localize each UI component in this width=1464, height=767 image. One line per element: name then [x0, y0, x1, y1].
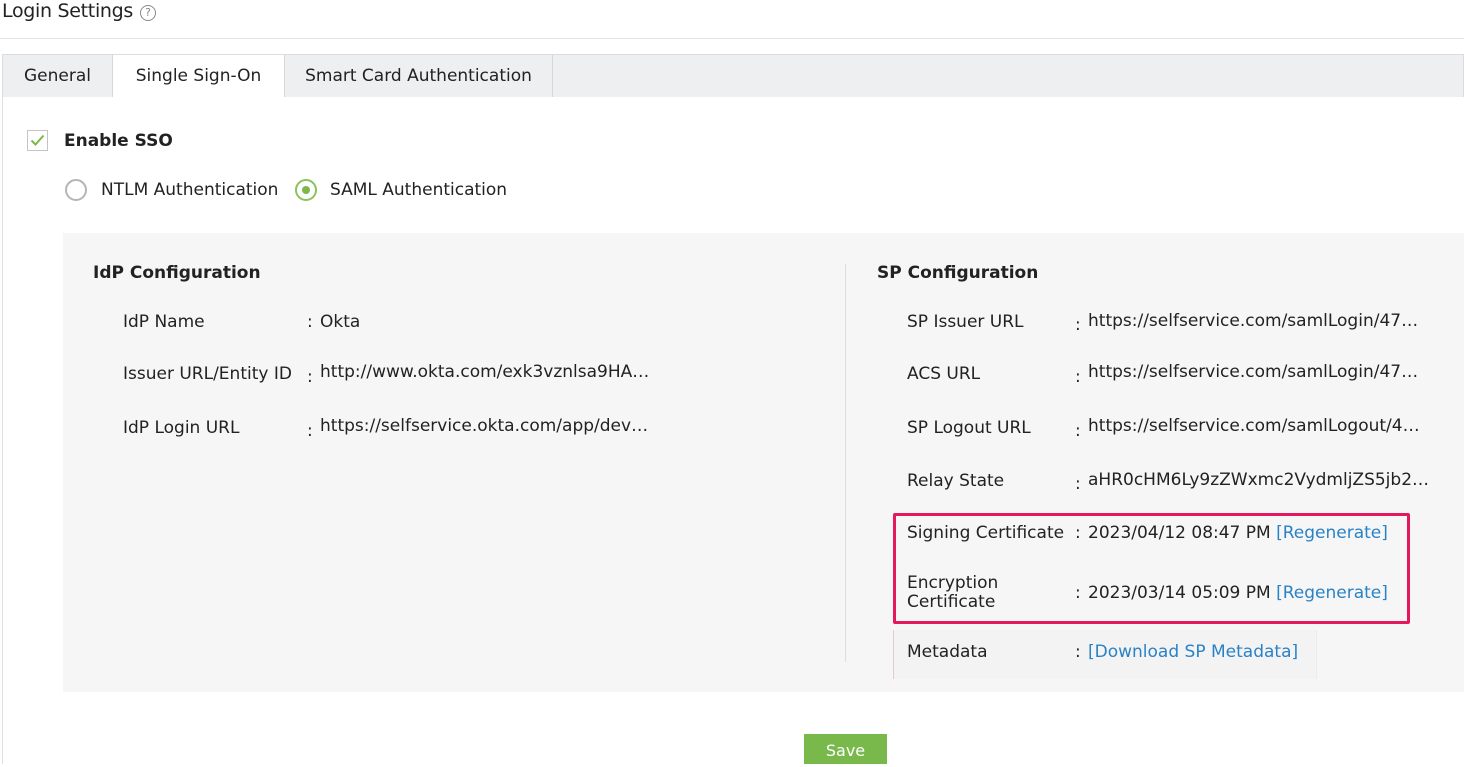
colon: : [307, 367, 313, 387]
idp-name-label: IdP Name [123, 312, 205, 332]
signing-certificate-date: 2023/04/12 08:47 PM [1088, 523, 1271, 543]
issuer-url-value: http://www.okta.com/exk3vznlsa9HA… [320, 362, 650, 382]
page-title: Login Settings [2, 0, 134, 22]
relay-state-value: aHR0cHM6Ly9zZWxmc2VydmljZS5jb2… [1088, 470, 1430, 490]
ntlm-radio-label[interactable]: NTLM Authentication [101, 180, 278, 200]
config-divider [845, 264, 846, 662]
tab-general[interactable]: General [3, 55, 113, 99]
colon: : [1075, 315, 1081, 335]
encryption-certificate-label-line2: Certificate [907, 592, 996, 612]
tab-bar: General Single Sign-On Smart Card Authen… [2, 54, 1464, 100]
saml-radio-label[interactable]: SAML Authentication [330, 180, 507, 200]
sp-issuer-url-value: https://selfservice.com/samlLogin/47… [1088, 311, 1419, 331]
colon: : [1075, 583, 1081, 603]
sp-logout-url-label: SP Logout URL [907, 418, 1031, 438]
sp-issuer-url-label: SP Issuer URL [907, 312, 1024, 332]
enable-sso-checkbox[interactable] [27, 130, 48, 151]
idp-login-url-label: IdP Login URL [123, 418, 240, 438]
download-sp-metadata-link[interactable]: [Download SP Metadata] [1088, 642, 1298, 662]
encryption-certificate-label-line1: Encryption [907, 573, 999, 593]
signing-certificate-value: 2023/04/12 08:47 PM [Regenerate] [1088, 523, 1388, 543]
question-circle-icon[interactable]: ? [140, 5, 156, 21]
saml-radio[interactable] [295, 179, 317, 201]
regenerate-encryption-link[interactable]: [Regenerate] [1276, 583, 1388, 603]
encryption-certificate-date: 2023/03/14 05:09 PM [1088, 583, 1271, 603]
encryption-certificate-label: Encryption Certificate [907, 574, 998, 612]
colon: : [1075, 421, 1081, 441]
tab-single-sign-on[interactable]: Single Sign-On [113, 55, 285, 100]
encryption-certificate-value: 2023/03/14 05:09 PM [Regenerate] [1088, 583, 1388, 603]
enable-sso-label: Enable SSO [64, 131, 173, 151]
colon: : [1075, 642, 1081, 662]
metadata-value: [Download SP Metadata] [1088, 642, 1298, 662]
idp-config-title: IdP Configuration [93, 263, 261, 283]
title-divider [0, 38, 1464, 39]
regenerate-signing-link[interactable]: [Regenerate] [1276, 523, 1388, 543]
colon: : [307, 312, 313, 332]
colon: : [307, 421, 313, 441]
idp-login-url-value: https://selfservice.okta.com/app/dev… [320, 416, 649, 436]
ntlm-radio[interactable] [65, 179, 87, 201]
save-button[interactable]: Save [804, 734, 887, 764]
check-icon [30, 134, 45, 146]
metadata-label: Metadata [907, 642, 988, 662]
acs-url-label: ACS URL [907, 364, 981, 384]
issuer-url-label: Issuer URL/Entity ID [123, 364, 292, 384]
signing-certificate-label: Signing Certificate [907, 523, 1065, 543]
sp-logout-url-value: https://selfservice.com/samlLogout/4… [1088, 416, 1420, 436]
colon: : [1075, 474, 1081, 494]
acs-url-value: https://selfservice.com/samlLogin/47… [1088, 362, 1419, 382]
sp-config-title: SP Configuration [877, 263, 1039, 283]
tab-smart-card-authentication[interactable]: Smart Card Authentication [285, 55, 553, 99]
relay-state-label: Relay State [907, 471, 1005, 491]
colon: : [1075, 523, 1081, 543]
colon: : [1075, 367, 1081, 387]
idp-name-value: Okta [320, 312, 361, 332]
